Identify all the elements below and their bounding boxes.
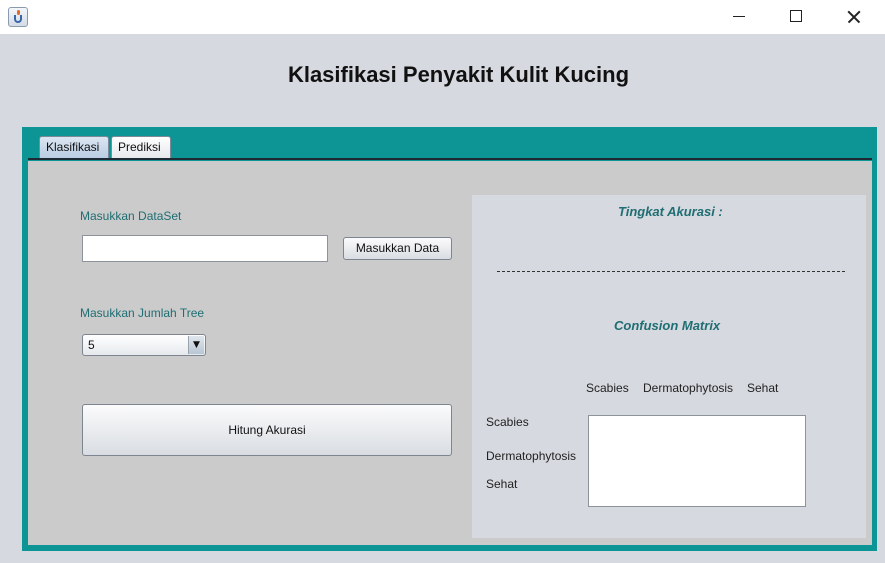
tree-count-select[interactable]: 5 ▼ [82,334,206,356]
minimize-icon[interactable] [716,0,762,34]
app-title: Klasifikasi Penyakit Kulit Kucing [287,62,630,87]
tab-klasifikasi[interactable]: Klasifikasi [39,136,109,158]
divider [497,271,845,272]
accuracy-heading: Tingkat Akurasi : [618,204,723,219]
confusion-matrix-output[interactable] [588,415,806,507]
matrix-row-header: Dermatophytosis [486,449,577,463]
chevron-down-icon[interactable]: ▼ [188,336,204,354]
tab-underline [28,158,872,160]
dataset-label: Masukkan DataSet [80,209,182,223]
maximize-icon[interactable] [773,0,819,34]
matrix-row-header: Scabies [486,415,529,429]
java-icon [8,7,28,27]
calculate-accuracy-button[interactable]: Hitung Akurasi [82,404,452,456]
tree-count-label: Masukkan Jumlah Tree [80,306,205,320]
matrix-row-header: Sehat [486,477,518,491]
title-bar [0,0,885,34]
load-data-button[interactable]: Masukkan Data [343,237,452,260]
matrix-column-header: Dermatophytosis [643,381,734,395]
close-icon[interactable] [831,0,877,34]
tree-count-value: 5 [88,338,95,352]
tab-prediksi[interactable]: Prediksi [111,136,171,158]
confusion-matrix-heading: Confusion Matrix [614,318,721,333]
matrix-column-header: Sehat [747,381,779,395]
matrix-column-header: Scabies [586,381,629,395]
dataset-input[interactable] [82,235,328,262]
